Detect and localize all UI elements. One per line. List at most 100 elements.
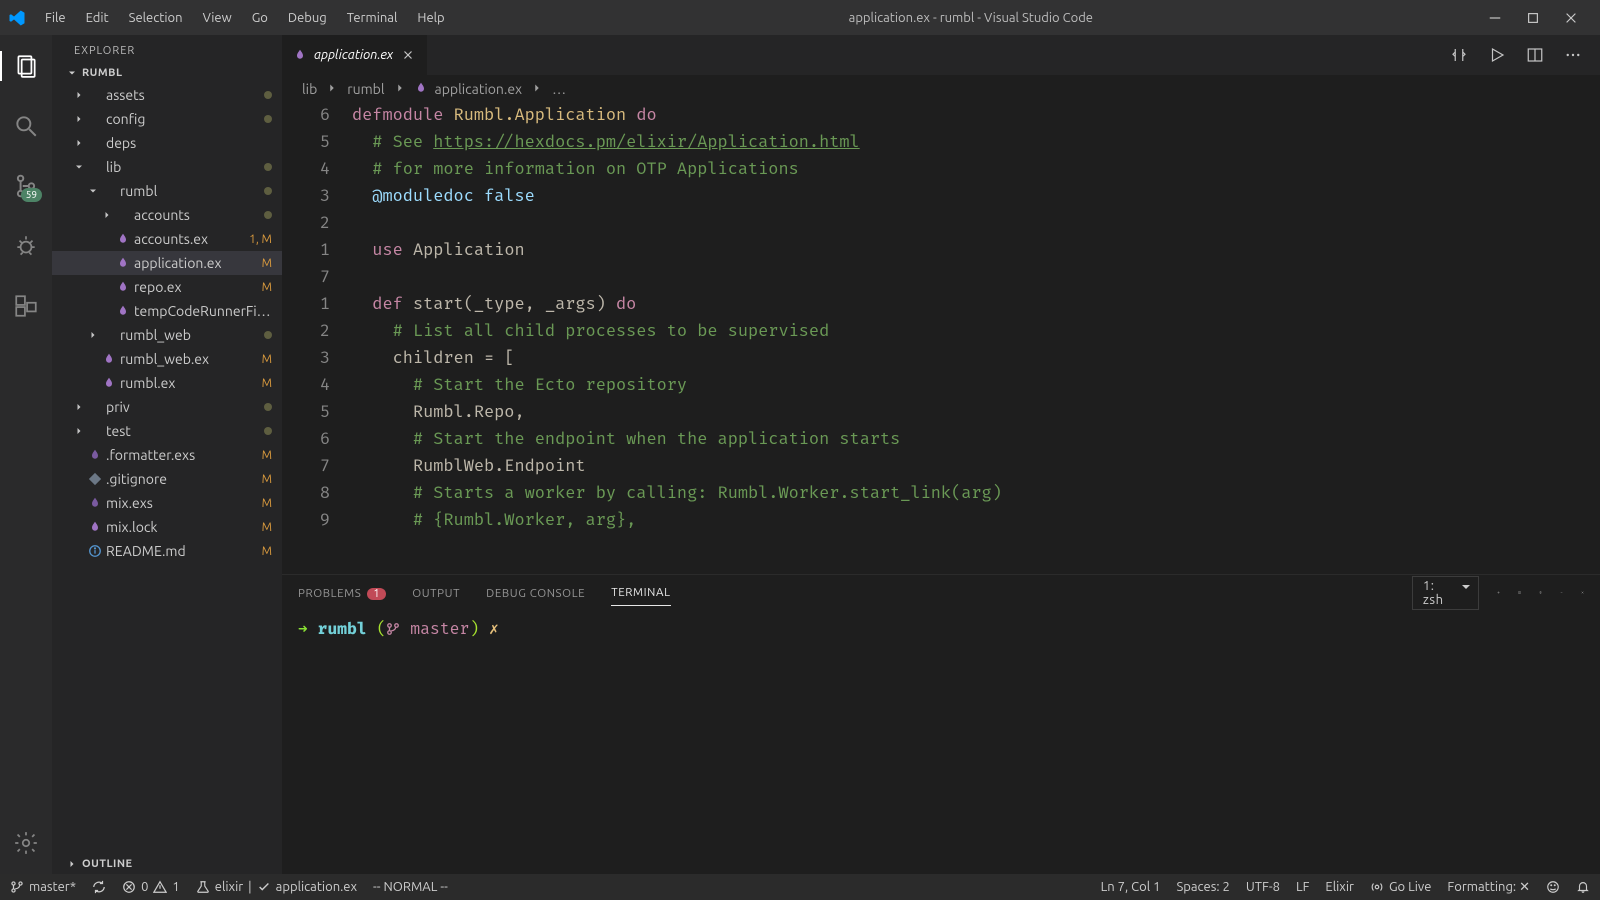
activity-explorer[interactable] [0, 45, 52, 87]
file-tree: assetsconfigdepslibrumblaccountsaccounts… [52, 83, 282, 854]
panel-tab-output[interactable]: OUTPUT [412, 581, 460, 606]
tab-application-ex[interactable]: application.ex [282, 35, 428, 75]
status-golive[interactable]: Go Live [1370, 880, 1431, 894]
status-branch[interactable]: master* [10, 880, 76, 894]
split-editor-icon[interactable] [1526, 46, 1544, 64]
tree-item-mix-lock[interactable]: mix.lockM [52, 515, 282, 539]
activity-extensions[interactable] [0, 285, 52, 327]
menu-edit[interactable]: Edit [77, 7, 118, 29]
activity-settings[interactable] [0, 822, 52, 864]
prompt: ➜ rumbl ( master) ✗ [298, 619, 499, 639]
activity-scm[interactable]: 59 [0, 165, 52, 207]
menu-go[interactable]: Go [243, 7, 277, 29]
menu-items: FileEditSelectionViewGoDebugTerminalHelp [36, 7, 454, 29]
status-eol[interactable]: LF [1296, 880, 1309, 894]
tree-item-accounts-ex[interactable]: accounts.ex1, M [52, 227, 282, 251]
tree-item-tempCodeRunnerFil-[interactable]: tempCodeRunnerFil… [52, 299, 282, 323]
menu-terminal[interactable]: Terminal [338, 7, 407, 29]
status-sync[interactable] [92, 880, 106, 894]
tree-item-assets[interactable]: assets [52, 83, 282, 107]
git-branch-icon [10, 880, 24, 894]
tree-item-rumbl-ex[interactable]: rumbl.exM [52, 371, 282, 395]
tree-item-mix-exs[interactable]: mix.exsM [52, 491, 282, 515]
terminal-select[interactable]: 1: zsh [1412, 576, 1479, 610]
tree-item-application-ex[interactable]: application.exM [52, 251, 282, 275]
status-errors[interactable]: 0 1 [122, 880, 180, 894]
split-terminal-icon[interactable] [1518, 591, 1521, 594]
sidebar-section-rumbl[interactable]: RUMBL [52, 63, 282, 83]
chevron-down-icon [66, 67, 78, 79]
tree-item--formatter-exs[interactable]: .formatter.exsM [52, 443, 282, 467]
sync-icon [92, 880, 106, 894]
status-feedback[interactable] [1546, 880, 1560, 894]
tree-item-priv[interactable]: priv [52, 395, 282, 419]
beaker-icon [196, 880, 210, 894]
section-label: RUMBL [82, 67, 123, 79]
terminal-body[interactable]: ➜ rumbl ( master) ✗ [282, 611, 1600, 874]
activity-search[interactable] [0, 105, 52, 147]
close-icon[interactable] [401, 48, 415, 62]
breadcrumbs[interactable]: lib rumbl application.ex … [282, 75, 1600, 103]
panel-tab-terminal[interactable]: TERMINAL [611, 580, 670, 606]
maximize-icon[interactable] [1526, 11, 1540, 25]
tree-item-rumbl_web[interactable]: rumbl_web [52, 323, 282, 347]
menu-selection[interactable]: Selection [120, 7, 192, 29]
close-panel-icon[interactable] [1581, 591, 1584, 594]
breadcrumb-item[interactable]: rumbl [347, 81, 384, 97]
breadcrumb-item[interactable]: application.ex [435, 81, 523, 97]
tree-item-test[interactable]: test [52, 419, 282, 443]
tree-item-deps[interactable]: deps [52, 131, 282, 155]
menu-debug[interactable]: Debug [279, 7, 336, 29]
tree-item-accounts[interactable]: accounts [52, 203, 282, 227]
code[interactable]: defmodule Rumbl.Application do # See htt… [352, 103, 1600, 574]
error-icon [122, 880, 136, 894]
new-terminal-icon[interactable] [1497, 591, 1500, 594]
panel-tab-debug[interactable]: DEBUG CONSOLE [486, 581, 585, 606]
status-position[interactable]: Ln 7, Col 1 [1101, 880, 1161, 894]
sidebar-section-outline[interactable]: OUTLINE [52, 854, 282, 874]
breadcrumb-item[interactable]: lib [302, 81, 317, 97]
sidebar-title: EXPLORER [52, 35, 282, 63]
broadcast-icon [1370, 880, 1384, 894]
bell-icon [1576, 880, 1590, 894]
scm-badge: 59 [21, 188, 42, 202]
close-icon[interactable] [1564, 11, 1578, 25]
tree-item--gitignore[interactable]: .gitignoreM [52, 467, 282, 491]
window-controls [1488, 11, 1592, 25]
compare-icon[interactable] [1450, 46, 1468, 64]
problems-count: 1 [367, 588, 386, 600]
minimize-icon[interactable] [1488, 11, 1502, 25]
chevron-right-icon [66, 858, 78, 870]
status-spaces[interactable]: Spaces: 2 [1176, 880, 1229, 894]
tree-item-lib[interactable]: lib [52, 155, 282, 179]
kill-terminal-icon[interactable] [1539, 591, 1542, 594]
elixir-icon [294, 49, 306, 61]
status-formatting[interactable]: Formatting: ✕ [1447, 880, 1530, 895]
statusbar: master* 0 1 elixir | application.ex -- N… [0, 874, 1600, 900]
tree-item-rumbl[interactable]: rumbl [52, 179, 282, 203]
menu-file[interactable]: File [36, 7, 75, 29]
menu-view[interactable]: View [194, 7, 241, 29]
tree-item-rumbl_web-ex[interactable]: rumbl_web.exM [52, 347, 282, 371]
panel-tab-problems[interactable]: PROBLEMS1 [298, 581, 386, 606]
status-bell[interactable] [1576, 880, 1590, 894]
tree-item-README-md[interactable]: README.mdM [52, 539, 282, 563]
status-encoding[interactable]: UTF-8 [1246, 880, 1280, 894]
menu-help[interactable]: Help [408, 7, 453, 29]
maximize-panel-icon[interactable] [1560, 591, 1563, 594]
warning-icon [153, 880, 167, 894]
status-lang[interactable]: elixir | application.ex [196, 880, 357, 894]
gutter: 6543217123456789 [282, 103, 352, 574]
status-mode: -- NORMAL -- [373, 880, 448, 894]
editor-body[interactable]: 6543217123456789 defmodule Rumbl.Applica… [282, 103, 1600, 574]
more-icon[interactable] [1564, 46, 1582, 64]
tree-item-repo-ex[interactable]: repo.exM [52, 275, 282, 299]
vscode-logo-icon [8, 9, 26, 27]
status-syntax[interactable]: Elixir [1325, 880, 1354, 894]
breadcrumb-item[interactable]: … [552, 81, 566, 97]
run-icon[interactable] [1488, 46, 1506, 64]
tree-item-config[interactable]: config [52, 107, 282, 131]
menubar: FileEditSelectionViewGoDebugTerminalHelp… [0, 0, 1600, 35]
tabs-row: application.ex [282, 35, 1600, 75]
activity-debug[interactable] [0, 225, 52, 267]
